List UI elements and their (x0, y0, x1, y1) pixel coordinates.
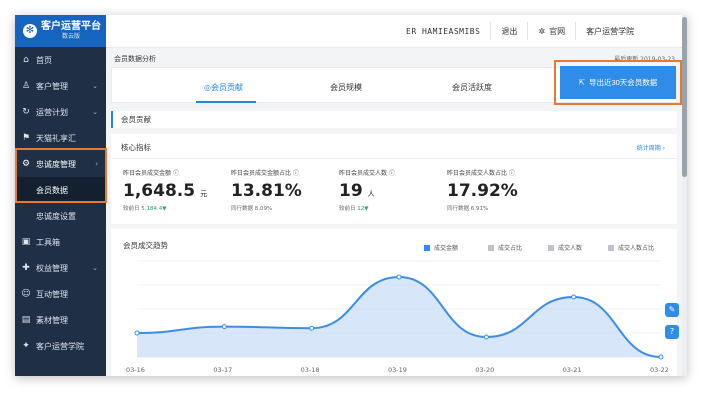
divider (575, 22, 577, 40)
sidebar-item[interactable]: ✚ 权益管理 ⌄ (15, 255, 106, 281)
metric-value: 1,648.5 元 (123, 181, 208, 201)
scrollbar[interactable] (682, 15, 687, 376)
app-window: ✻ 客户运营平台 数云版 ⌂ 首页 ♙ 客户管理 ⌄ ↻ 运营计划 ⌄ ⚑ 天猫礼享汇 ⚙ 忠诚度管理… (15, 15, 687, 376)
sidebar-item[interactable]: ↻ 运营计划 ⌄ (15, 99, 106, 125)
active-tab-indicator (196, 101, 256, 103)
sidebar-item[interactable]: ☺ 互动管理 (15, 281, 106, 307)
metric-compare: 同行数据 6.91% (447, 206, 489, 212)
metrics-heading: 核心指标 (121, 143, 151, 152)
x-tick-label: 03-18 (300, 366, 320, 374)
data-point[interactable] (134, 330, 140, 336)
chevron-down-icon: ⌄ (92, 108, 98, 116)
sidebar-item[interactable]: ▤ 素材管理 (15, 307, 106, 333)
x-tick-label: 03-19 (388, 366, 407, 374)
brand[interactable]: ✻ 客户运营平台 数云版 (15, 15, 106, 47)
tab-activity[interactable]: 会员活跃度 (452, 82, 492, 93)
metric-label: 昨日会员成交金额 ⓘ (123, 170, 179, 177)
sidebar-item-label: 工具箱 (36, 237, 60, 247)
metric-card: 昨日会员成交人数占比 ⓘ 17.92% 同行数据 6.91% (447, 168, 557, 212)
sidebar-item-label: 客户运营学院 (36, 341, 84, 351)
sidebar-item[interactable]: ▣ 工具箱 (15, 229, 106, 255)
metric-value: 13.81% (231, 181, 302, 201)
sidebar-item[interactable]: ♙ 客户管理 ⌄ (15, 73, 106, 99)
metric-compare: 较前日 5,184.4▼ (123, 206, 167, 212)
chevron-down-icon: ⌄ (92, 82, 98, 90)
sidebar-nav: ⌂ 首页 ♙ 客户管理 ⌄ ↻ 运营计划 ⌄ ⚑ 天猫礼享汇 ⚙ 忠诚度管理 › 会员数据 忠诚度设置 ▣ 工具… (15, 47, 106, 359)
chat-icon: ☺ (21, 289, 31, 299)
stat-period-link[interactable]: 统计周期 › (637, 143, 665, 152)
data-point[interactable] (571, 294, 577, 300)
sidebar-item-label: 客户管理 (36, 81, 68, 91)
gift-icon: ✚ (22, 263, 30, 273)
sidebar-item-label: 互动管理 (36, 289, 68, 299)
academy-icon: ✦ (22, 341, 30, 351)
sidebar-item-label: 素材管理 (36, 315, 68, 325)
highlight-box-sidebar (15, 148, 107, 203)
tab-contribution[interactable]: ◎会员贡献 (204, 82, 243, 93)
data-point[interactable] (483, 334, 489, 340)
data-point[interactable] (309, 325, 315, 331)
x-tick-label: 03-21 (562, 366, 582, 374)
scrollbar-thumb[interactable] (682, 17, 687, 177)
media-icon: ▤ (21, 315, 31, 325)
page-title: 会员数据分析 (114, 55, 156, 63)
x-tick-label: 03-22 (650, 366, 669, 374)
metric-label: 昨日会员成交金额占比 ⓘ (231, 170, 299, 177)
academy-link[interactable]: 客户运营学院 (586, 26, 634, 37)
sidebar-item[interactable]: 忠诚度设置 (15, 203, 106, 229)
core-metrics-card: 核心指标 统计周期 › 昨日会员成交金额 ⓘ 1,648.5 元 较前日 5,18… (111, 134, 677, 224)
metric-value: 19 人 (339, 181, 375, 201)
metric-compare: 较前日 12▼ (339, 206, 369, 212)
tab-scale[interactable]: 会员规模 (330, 82, 362, 93)
toolbox-icon: ▣ (21, 237, 31, 247)
metric-compare: 同行数据 8.09% (231, 206, 273, 212)
trend-chart (134, 260, 664, 360)
logout-link[interactable]: 退出 (501, 26, 517, 37)
metric-value: 17.92% (447, 181, 518, 201)
data-point[interactable] (221, 324, 227, 330)
x-tick-label: 03-17 (213, 366, 233, 374)
sidebar-item-label: 忠诚度设置 (36, 211, 76, 221)
trend-chart-card: 会员成交趋势 成交金额 成交占比 成交人数 成交人数占比 03-16 03-17 03-1… (111, 229, 677, 376)
brand-title: 客户运营平台 (41, 21, 101, 32)
sidebar-item-label: 权益管理 (36, 263, 68, 273)
data-point[interactable] (396, 274, 402, 280)
main-content: 会员数据分析 最后更新 2019-03-23 ◎会员贡献 会员规模 会员活跃度 … (106, 48, 687, 376)
settings-icon: ✲ (538, 26, 546, 36)
data-point[interactable] (658, 354, 664, 360)
account-name: ER HAMIEASMIBS (406, 26, 481, 36)
flag-icon: ⚑ (21, 133, 31, 143)
metric-label: 昨日会员成交人数占比 ⓘ (447, 170, 515, 177)
metric-card: 昨日会员成交人数 ⓘ 19 人 较前日 12▼ (339, 168, 449, 212)
sidebar-item-label: 首页 (36, 55, 52, 65)
top-bar: ER HAMIEASMIBS 退出 ✲ 官网 客户运营学院 (106, 15, 687, 48)
sidebar-item[interactable]: ✦ 客户运营学院 (15, 333, 106, 359)
official-site-link[interactable]: ✲ 官网 (538, 26, 565, 37)
x-tick-label: 03-16 (126, 366, 145, 374)
chevron-down-icon: ⌄ (92, 264, 98, 272)
divider (111, 158, 677, 159)
divider (490, 22, 492, 40)
highlight-box-export (554, 60, 682, 105)
logo-icon: ✻ (23, 24, 37, 38)
metric-card: 昨日会员成交金额 ⓘ 1,648.5 元 较前日 5,184.4▼ (123, 168, 233, 212)
help-icon[interactable]: ? (665, 325, 679, 339)
metric-label: 昨日会员成交人数 ⓘ (339, 170, 395, 177)
sidebar-item-label: 运营计划 (36, 107, 68, 117)
metric-card: 昨日会员成交金额占比 ⓘ 13.81% 同行数据 8.09% (231, 168, 341, 212)
series-area (137, 277, 661, 357)
edit-icon[interactable]: ✎ (665, 303, 679, 317)
brand-subtitle: 数云版 (61, 33, 80, 40)
sidebar-item[interactable]: ⌂ 首页 (15, 47, 106, 73)
plan-icon: ↻ (22, 107, 30, 117)
x-tick-label: 03-20 (475, 366, 495, 374)
section-label: 会员贡献 (111, 111, 677, 128)
official-site-label: 官网 (549, 26, 566, 36)
sidebar-item-label: 天猫礼享汇 (36, 133, 76, 143)
users-icon: ♙ (21, 81, 31, 91)
divider (527, 22, 529, 40)
home-icon: ⌂ (23, 55, 29, 65)
